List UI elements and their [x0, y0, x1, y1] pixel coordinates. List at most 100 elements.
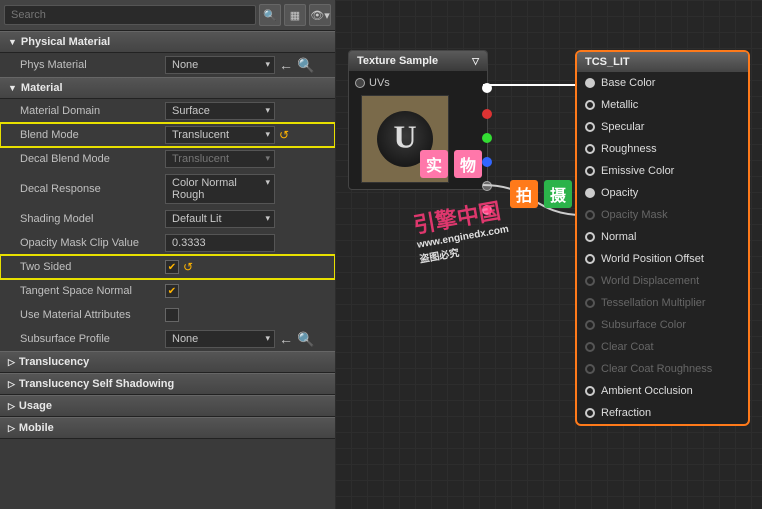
prop-label: Opacity Mask Clip Value — [20, 237, 165, 249]
row-decal-response: Decal Response Color Normal Rough — [0, 171, 335, 207]
two-sided-checkbox[interactable] — [165, 260, 179, 274]
prop-label: Two Sided — [20, 261, 165, 273]
browse-icon[interactable]: 🔍 — [297, 57, 314, 74]
row-shading-model: Shading Model Default Lit — [0, 207, 335, 231]
prop-label: Blend Mode — [20, 129, 165, 141]
pin-label: Normal — [601, 231, 636, 243]
output-pin-row[interactable]: Subsurface Color — [577, 314, 748, 336]
pin-b-out[interactable] — [482, 157, 492, 167]
pin-icon[interactable] — [585, 122, 595, 132]
row-use-mat-attr: Use Material Attributes — [0, 303, 335, 327]
pin-a-out[interactable] — [482, 181, 492, 191]
output-pin-row[interactable]: Normal — [577, 226, 748, 248]
pin-label: Metallic — [601, 99, 638, 111]
pin-icon[interactable] — [585, 408, 595, 418]
output-pin-row[interactable]: Specular — [577, 116, 748, 138]
pin-icon[interactable] — [585, 232, 595, 242]
texture-sample-node[interactable]: Texture Sample▽ UVs — [348, 50, 488, 190]
section-physical-material[interactable]: ▼Physical Material — [0, 31, 335, 53]
output-pin-row[interactable]: Opacity Mask — [577, 204, 748, 226]
browse-icon[interactable]: 🔍 — [297, 331, 314, 348]
pin-label: World Position Offset — [601, 253, 704, 265]
eye-icon[interactable]: 👁▾ — [309, 4, 331, 26]
node-header[interactable]: TCS_LIT — [577, 52, 748, 72]
section-self-shadow[interactable]: ▷Translucency Self Shadowing — [0, 373, 335, 395]
pin-icon[interactable] — [585, 364, 595, 374]
material-output-node[interactable]: TCS_LIT Base Color Metallic SpecularRoughn… — [575, 50, 750, 426]
output-pin-row[interactable]: Refraction — [577, 402, 748, 424]
output-pin-row[interactable]: World Displacement — [577, 270, 748, 292]
chevron-down-icon: ▽ — [472, 56, 479, 67]
pin-icon[interactable] — [585, 188, 595, 198]
node-header[interactable]: Texture Sample▽ — [349, 51, 487, 71]
output-pin-row[interactable]: World Position Offset — [577, 248, 748, 270]
pin-uvs-in[interactable] — [355, 78, 365, 88]
search-row: 🔍 ▦ 👁▾ — [0, 0, 335, 31]
output-pin-row[interactable]: Metallic — [577, 94, 748, 116]
pin-icon[interactable] — [585, 298, 595, 308]
prop-label: Material Domain — [20, 105, 165, 117]
pin-rgb-out[interactable] — [482, 83, 492, 93]
wire-alpha-opacity — [483, 180, 583, 230]
pin-label: Opacity Mask — [601, 209, 668, 221]
node-title: TCS_LIT — [585, 56, 630, 68]
row-tangent-space: Tangent Space Normal — [0, 279, 335, 303]
use-selected-icon[interactable]: ← — [279, 331, 293, 347]
pin-label: Clear Coat Roughness — [601, 363, 712, 375]
pin-icon[interactable] — [585, 210, 595, 220]
output-pin-row[interactable]: Clear Coat — [577, 336, 748, 358]
section-translucency[interactable]: ▷Translucency — [0, 351, 335, 373]
output-pin-row[interactable]: Emissive Color — [577, 160, 748, 182]
output-pin-row[interactable]: Clear Coat Roughness — [577, 358, 748, 380]
blend-mode-dropdown[interactable]: Translucent — [165, 126, 275, 144]
pin-icon[interactable] — [585, 78, 595, 88]
row-blend-mode: Blend Mode Translucent ↺ — [0, 123, 335, 147]
use-selected-icon[interactable]: ← — [279, 57, 293, 73]
output-pin-row[interactable]: Opacity — [577, 182, 748, 204]
texture-thumbnail[interactable] — [361, 95, 449, 183]
pin-icon[interactable] — [585, 276, 595, 286]
pin-icon[interactable] — [585, 144, 595, 154]
decal-blend-dropdown[interactable]: Translucent — [165, 150, 275, 168]
reset-icon[interactable]: ↺ — [279, 128, 293, 142]
pin-icon[interactable] — [585, 320, 595, 330]
domain-dropdown[interactable]: Surface — [165, 102, 275, 120]
decal-response-dropdown[interactable]: Color Normal Rough — [165, 174, 275, 204]
search-input[interactable] — [4, 5, 256, 25]
pin-label: UVs — [369, 77, 390, 89]
chevron-right-icon: ▷ — [8, 401, 15, 412]
chevron-down-icon: ▼ — [8, 83, 17, 93]
use-mat-attr-checkbox[interactable] — [165, 308, 179, 322]
output-pin-row[interactable]: Roughness — [577, 138, 748, 160]
reset-icon[interactable]: ↺ — [183, 260, 197, 274]
pin-icon[interactable] — [585, 100, 595, 110]
pin-label: Clear Coat — [601, 341, 654, 353]
material-graph[interactable]: Texture Sample▽ UVs TCS_LIT Base Color Me… — [335, 0, 762, 509]
shading-model-dropdown[interactable]: Default Lit — [165, 210, 275, 228]
prop-label: Decal Response — [20, 183, 165, 195]
prop-label: Use Material Attributes — [20, 309, 165, 321]
output-pin-row[interactable]: Ambient Occlusion — [577, 380, 748, 402]
section-usage[interactable]: ▷Usage — [0, 395, 335, 417]
tangent-space-checkbox[interactable] — [165, 284, 179, 298]
section-title: Physical Material — [21, 36, 110, 48]
grid-view-icon[interactable]: ▦ — [284, 4, 306, 26]
opacity-mask-input[interactable]: 0.3333 — [165, 234, 275, 252]
prop-label: Tangent Space Normal — [20, 285, 165, 297]
pin-icon[interactable] — [585, 254, 595, 264]
pin-r-out[interactable] — [482, 109, 492, 119]
output-pin-row[interactable]: Base Color — [577, 72, 748, 94]
section-mobile[interactable]: ▷Mobile — [0, 417, 335, 439]
search-icon[interactable]: 🔍 — [259, 4, 281, 26]
pin-icon[interactable] — [585, 166, 595, 176]
subsurface-dropdown[interactable]: None — [165, 330, 275, 348]
pin-g-out[interactable] — [482, 133, 492, 143]
pin-rgba-out[interactable] — [482, 205, 492, 215]
phys-material-dropdown[interactable]: None — [165, 56, 275, 74]
pin-icon[interactable] — [585, 386, 595, 396]
row-material-domain: Material Domain Surface — [0, 99, 335, 123]
output-pin-row[interactable]: Tessellation Multiplier — [577, 292, 748, 314]
watermark: 引擎中国 www.enginedx.com 盗图必究 — [411, 192, 513, 265]
section-material[interactable]: ▼Material — [0, 77, 335, 99]
pin-icon[interactable] — [585, 342, 595, 352]
